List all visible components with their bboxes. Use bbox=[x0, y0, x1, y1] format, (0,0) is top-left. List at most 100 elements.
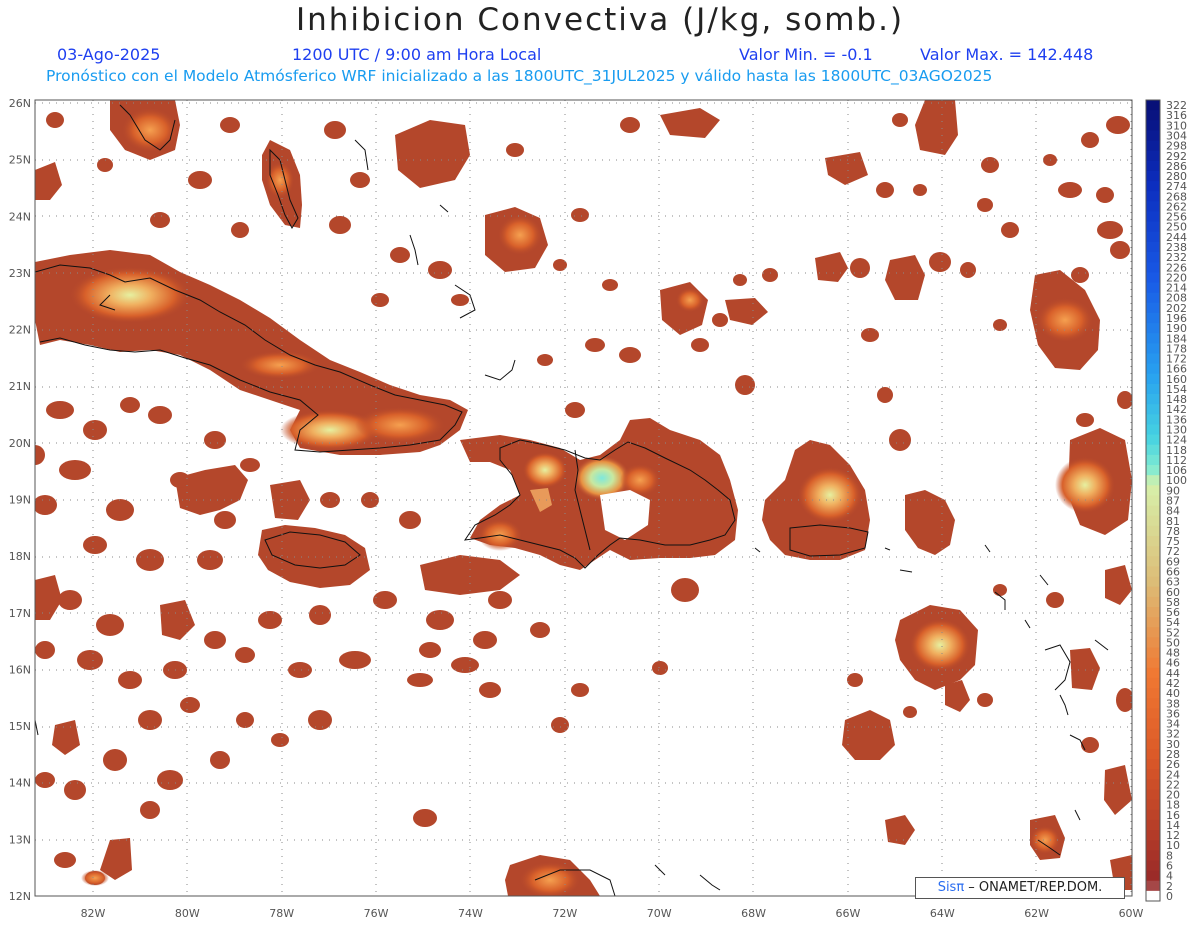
colorbar-swatch bbox=[1146, 170, 1160, 182]
colorbar-swatch bbox=[1146, 830, 1160, 841]
colorbar-swatch bbox=[1146, 586, 1160, 598]
lon-label-82w: 82W bbox=[81, 907, 106, 920]
colorbar-swatch bbox=[1146, 708, 1160, 719]
colorbar-swatch bbox=[1146, 363, 1160, 375]
colorbar-swatch bbox=[1146, 637, 1160, 649]
credit-box: Sisπ – ONAMET/REP.DOM. bbox=[915, 877, 1125, 899]
colorbar-swatch bbox=[1146, 769, 1160, 780]
lat-label-14n: 14N bbox=[9, 777, 31, 790]
colorbar-swatch bbox=[1146, 546, 1160, 557]
colorbar-swatch bbox=[1146, 495, 1160, 507]
colorbar-swatch bbox=[1146, 860, 1160, 872]
colorbar-swatch bbox=[1146, 779, 1160, 790]
colorbar-swatch bbox=[1146, 728, 1160, 740]
colorbar-swatch bbox=[1146, 110, 1160, 121]
colorbar-swatch bbox=[1146, 353, 1160, 365]
lat-label-24n: 24N bbox=[9, 210, 31, 223]
colorbar-swatch bbox=[1146, 647, 1160, 659]
colorbar-swatch bbox=[1146, 759, 1160, 770]
colorbar-swatch bbox=[1146, 819, 1160, 831]
lon-label-74w: 74W bbox=[458, 907, 483, 920]
sispi-logo: Sisπ bbox=[937, 880, 965, 895]
colorbar-swatch bbox=[1146, 465, 1160, 476]
credit-text: – ONAMET/REP.DOM. bbox=[964, 880, 1103, 895]
colorbar: 3223163103042982922862802742682622562502… bbox=[1145, 99, 1187, 903]
cin-map: 26N 25N 24N 23N 22N 21N 20N 19N 18N 17N 16N 15N 14N 1… bbox=[9, 97, 1187, 920]
lon-label-76w: 76W bbox=[364, 907, 389, 920]
colorbar-swatch bbox=[1146, 515, 1160, 527]
colorbar-swatch bbox=[1146, 201, 1160, 213]
colorbar-swatch bbox=[1146, 140, 1160, 152]
colorbar-swatch bbox=[1146, 627, 1160, 638]
colorbar-swatch bbox=[1146, 394, 1160, 405]
colorbar-swatch bbox=[1146, 566, 1160, 578]
colorbar-swatch bbox=[1146, 434, 1160, 446]
colorbar-swatch bbox=[1146, 150, 1160, 162]
colorbar-swatch bbox=[1146, 606, 1160, 618]
lat-label-17n: 17N bbox=[9, 607, 31, 620]
lat-label-12n: 12N bbox=[9, 890, 31, 903]
colorbar-swatch bbox=[1146, 323, 1160, 334]
lon-label-68w: 68W bbox=[741, 907, 766, 920]
lat-label-13n: 13N bbox=[9, 833, 31, 846]
colorbar-swatch bbox=[1146, 596, 1160, 608]
lat-label-23n: 23N bbox=[9, 267, 31, 280]
colorbar-swatch bbox=[1146, 333, 1160, 344]
colorbar-swatch bbox=[1146, 657, 1160, 669]
colorbar-swatch bbox=[1146, 100, 1160, 111]
colorbar-swatch bbox=[1146, 840, 1160, 851]
colorbar-swatch bbox=[1146, 373, 1160, 385]
lat-label-19n: 19N bbox=[9, 494, 31, 507]
colorbar-swatch bbox=[1146, 424, 1160, 436]
colorbar-swatch bbox=[1146, 505, 1160, 517]
colorbar-swatch bbox=[1146, 880, 1160, 892]
colorbar-swatch bbox=[1146, 667, 1160, 679]
lat-label-16n: 16N bbox=[9, 663, 31, 676]
lon-label-80w: 80W bbox=[175, 907, 200, 920]
colorbar-swatch bbox=[1146, 525, 1160, 537]
lat-label-22n: 22N bbox=[9, 324, 31, 337]
colorbar-swatch bbox=[1146, 485, 1160, 496]
colorbar-swatch bbox=[1146, 181, 1160, 192]
colorbar-swatch bbox=[1146, 535, 1160, 547]
colorbar-swatch bbox=[1146, 475, 1160, 486]
lon-label-62w: 62W bbox=[1024, 907, 1049, 920]
lat-label-20n: 20N bbox=[9, 437, 31, 450]
lat-label-25n: 25N bbox=[9, 154, 31, 167]
lon-label-72w: 72W bbox=[552, 907, 577, 920]
lon-label-64w: 64W bbox=[930, 907, 955, 920]
colorbar-swatch bbox=[1146, 718, 1160, 730]
colorbar-swatch bbox=[1146, 211, 1160, 223]
colorbar-swatch bbox=[1146, 231, 1160, 243]
colorbar-swatch bbox=[1146, 302, 1160, 314]
colorbar-swatch bbox=[1146, 809, 1160, 821]
colorbar-swatch bbox=[1146, 698, 1160, 709]
colorbar-swatch bbox=[1146, 221, 1160, 233]
colorbar-swatch bbox=[1146, 272, 1160, 284]
lon-label-60w: 60W bbox=[1119, 907, 1144, 920]
longitude-labels: 82W 80W 78W 76W 74W 72W 70W 68W 66W 64W 62W 60W bbox=[81, 907, 1144, 920]
colorbar-swatch bbox=[1146, 383, 1160, 395]
colorbar-swatch bbox=[1146, 241, 1160, 253]
lat-label-26n: 26N bbox=[9, 97, 31, 110]
latitude-labels: 26N 25N 24N 23N 22N 21N 20N 19N 18N 17N 16N 15N 14N 1… bbox=[9, 97, 31, 903]
colorbar-swatch bbox=[1146, 789, 1160, 801]
colorbar-swatch bbox=[1146, 444, 1160, 456]
colorbar-swatch bbox=[1146, 343, 1160, 354]
lat-label-18n: 18N bbox=[9, 550, 31, 563]
colorbar-swatch bbox=[1146, 252, 1160, 263]
lon-label-66w: 66W bbox=[835, 907, 860, 920]
colorbar-swatch bbox=[1146, 130, 1160, 142]
colorbar-swatch bbox=[1146, 677, 1160, 689]
colorbar-swatch bbox=[1146, 160, 1160, 172]
colorbar-swatch bbox=[1146, 748, 1160, 760]
colorbar-swatch bbox=[1146, 890, 1160, 902]
colorbar-swatch bbox=[1146, 414, 1160, 425]
colorbar-swatch bbox=[1146, 850, 1160, 861]
colorbar-swatch bbox=[1146, 292, 1160, 304]
colorbar-label: 0 bbox=[1166, 890, 1173, 903]
colorbar-swatch bbox=[1146, 738, 1160, 750]
lat-label-21n: 21N bbox=[9, 380, 31, 393]
colorbar-swatch bbox=[1146, 799, 1160, 811]
colorbar-swatch bbox=[1146, 454, 1160, 466]
